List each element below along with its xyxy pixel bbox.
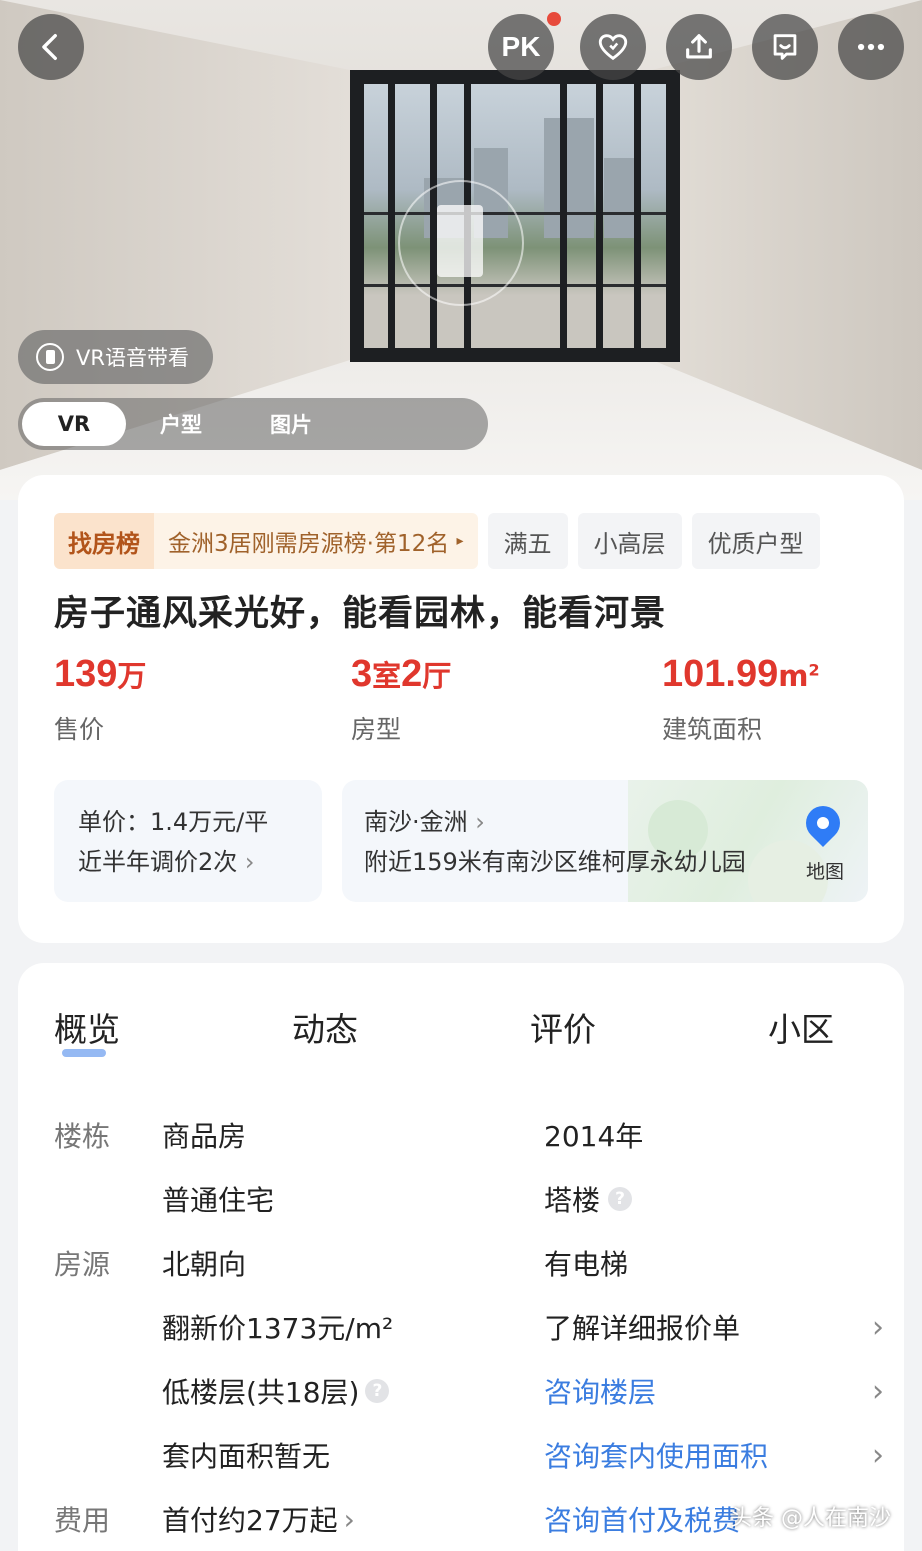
nav-overview[interactable]: 概览 [54,1003,120,1057]
price-unit: 万 [117,659,147,693]
price-value: 139 [54,653,118,695]
room-count: 3 [351,653,373,695]
label-source: 房源 [54,1248,111,1281]
price-adjust-link[interactable]: 近半年调价2次 › [78,842,298,882]
ask-inner-area-link[interactable]: 咨询套内使用面积 [544,1435,768,1475]
notification-dot [547,12,561,26]
media-tab-bar: VR 户型 图片 [18,398,488,450]
detail-row[interactable]: 套内面积暂无 咨询套内使用面积 › [54,1423,884,1487]
hall-count: 2 [401,653,423,695]
share-icon [686,34,712,59]
ask-tax-link[interactable]: 咨询首付及税费 [544,1499,740,1539]
chevron-right-icon: › [872,1373,884,1409]
layout-block: 3室2厅 房型 [351,653,451,746]
help-icon[interactable]: ? [365,1379,390,1403]
area-value: 101.99 [662,653,779,695]
vr-voice-icon [36,343,64,371]
tab-photos[interactable]: 图片 [236,402,346,446]
detail-row[interactable]: 低楼层(共18层)? 咨询楼层 › [54,1359,884,1423]
area-unit: m2 [778,659,820,693]
building-type: 塔楼? [544,1179,633,1219]
property-type: 商品房 [162,1120,247,1153]
unit-price-text: 单价：1.4万元/平 [78,808,269,836]
tab-floorplan[interactable]: 户型 [126,402,236,446]
floor-info: 低楼层(共18层)? [162,1371,544,1411]
listing-title: 房子通风采光好，能看园林，能看河景 [54,594,667,634]
pk-label: PK [501,31,541,62]
nav-reviews[interactable]: 评价 [530,1003,596,1051]
chevron-right-icon: › [872,1437,884,1473]
nav-updates[interactable]: 动态 [292,1003,358,1051]
chevron-right-icon: › [872,1309,884,1345]
nav-community[interactable]: 小区 [768,1003,834,1051]
residence-type: 普通住宅 [162,1184,275,1217]
nearby-text: 附近159米有南沙区维柯厚永幼儿园 [364,848,746,876]
ranking-tag[interactable]: 找房榜 金洲3居刚需房源榜·第12名 ▸ [54,513,478,569]
ranking-text: 金洲3居刚需房源榜·第12名 ▸ [154,513,478,569]
unit-price-box[interactable]: 单价：1.4万元/平 近半年调价2次 › [54,780,322,902]
tag-row: 找房榜 金洲3居刚需房源榜·第12名 ▸ 满五 小高层 优质户型 [54,513,820,569]
more-button[interactable] [838,14,904,80]
ask-floor-link[interactable]: 咨询楼层 [544,1371,656,1411]
inner-area: 套内面积暂无 [162,1440,331,1473]
favorite-button[interactable] [580,14,646,80]
area-label: 建筑面积 [662,715,763,744]
price-label: 售价 [54,715,105,744]
detail-row: 普通住宅 塔楼? [54,1167,884,1231]
elevator: 有电梯 [544,1248,629,1281]
detail-row: 楼栋 商品房 2014年 [54,1103,884,1167]
ranking-badge: 找房榜 [54,513,154,569]
district-link[interactable]: 南沙·金洲 › [364,802,846,842]
detail-nav: 概览 动态 评价 小区 [54,1003,834,1057]
area-block: 101.99m2 建筑面积 [662,653,820,746]
renovation-price: 翻新价1373元/m² [162,1312,394,1345]
share-button[interactable] [666,14,732,80]
back-button[interactable] [18,14,84,80]
chevron-left-icon [42,33,57,61]
chat-icon [773,34,797,60]
build-year: 2014年 [544,1120,644,1153]
tag-quality-layout: 优质户型 [691,513,820,569]
hall-unit: 厅 [422,659,452,693]
tab-vr[interactable]: VR [22,402,126,446]
vr-cube-icon[interactable] [437,205,483,277]
heart-icon [598,34,628,61]
detail-rows: 楼栋 商品房 2014年 普通住宅 塔楼? 房源 北朝向 有电梯 翻新价1373… [54,1103,884,1551]
price-block: 139万 售价 [54,653,146,746]
watermark: 头条 @人在南沙 [730,1506,891,1531]
listing-summary-card: 找房榜 金洲3居刚需房源榜·第12名 ▸ 满五 小高层 优质户型 房子通风采光好… [18,475,904,943]
detail-row[interactable]: 翻新价1373元/m² 了解详细报价单 › [54,1295,884,1359]
chat-button[interactable] [752,14,818,80]
orientation: 北朝向 [162,1248,247,1281]
down-payment[interactable]: 首付约27万起 › [162,1499,544,1539]
more-dots-icon [857,43,885,51]
detail-card: 概览 动态 评价 小区 楼栋 商品房 2014年 普通住宅 塔楼? 房源 北朝向… [18,963,904,1551]
tag-mid-rise: 小高层 [577,513,682,569]
vr-voice-tour-button[interactable]: VR语音带看 [18,330,213,384]
vr-voice-label: VR语音带看 [76,346,189,370]
detail-row: 房源 北朝向 有电梯 [54,1231,884,1295]
label-building: 楼栋 [54,1120,111,1153]
layout-label: 房型 [351,715,402,744]
quote-detail-link[interactable]: 了解详细报价单 [544,1307,740,1347]
room-unit: 室 [372,659,402,693]
location-box[interactable]: 地图 南沙·金洲 › 附近159米有南沙区维柯厚永幼儿园 [342,780,868,902]
tag-five-years: 满五 [487,513,568,569]
pk-button[interactable]: PK [488,14,554,80]
help-icon[interactable]: ? [608,1187,633,1211]
label-cost: 费用 [54,1504,111,1537]
